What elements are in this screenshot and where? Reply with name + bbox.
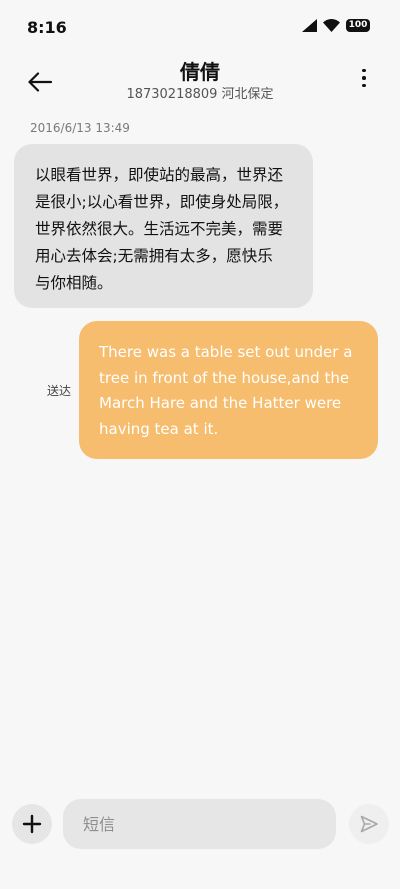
message-line: 与你相随。 bbox=[35, 274, 113, 292]
composer-bar bbox=[0, 796, 400, 856]
send-icon bbox=[360, 815, 378, 833]
incoming-message-bubble[interactable]: 以眼看世界，即使站的最高，世界还 是很小;以心看世界，即使身处局限， 世界依然很… bbox=[14, 144, 313, 308]
signal-icon bbox=[302, 19, 317, 32]
message-line: 世界依然很大。生活远不完美，需要 bbox=[35, 220, 284, 238]
contact-name: 倩倩 bbox=[180, 60, 220, 84]
more-options-button[interactable] bbox=[356, 64, 372, 92]
status-icons: 100 bbox=[302, 19, 370, 32]
status-time: 8:16 bbox=[27, 18, 67, 37]
outgoing-message-bubble[interactable]: There was a table set out under a tree i… bbox=[79, 321, 378, 459]
add-attachment-button[interactable] bbox=[12, 804, 52, 844]
message-line: tree in front of the house,and the bbox=[99, 368, 350, 387]
message-line: March Hare and the Hatter were bbox=[99, 394, 342, 412]
plus-icon bbox=[22, 814, 42, 834]
battery-icon: 100 bbox=[346, 19, 370, 32]
message-line: 以眼看世界，即使站的最高，世界还 bbox=[35, 166, 284, 184]
message-line: There was a table set out under a bbox=[99, 343, 353, 361]
contact-number-location: 18730218809 河北保定 bbox=[126, 87, 274, 102]
message-line: 用心去体会;无需拥有太多，愿快乐 bbox=[35, 247, 273, 265]
delivery-status: 送达 bbox=[47, 384, 72, 398]
more-vertical-icon bbox=[362, 68, 366, 73]
wifi-icon bbox=[323, 19, 340, 32]
message-line: having tea at it. bbox=[99, 419, 219, 438]
conversation-header: 倩倩 18730218809 河北保定 bbox=[0, 56, 400, 106]
send-button[interactable] bbox=[349, 804, 389, 844]
status-bar: 8:16 100 bbox=[0, 0, 400, 56]
message-timestamp: 2016/6/13 13:49 bbox=[30, 121, 130, 135]
message-line: 是很小;以心看世界，即使身处局限， bbox=[35, 193, 289, 211]
message-input[interactable] bbox=[63, 799, 336, 849]
